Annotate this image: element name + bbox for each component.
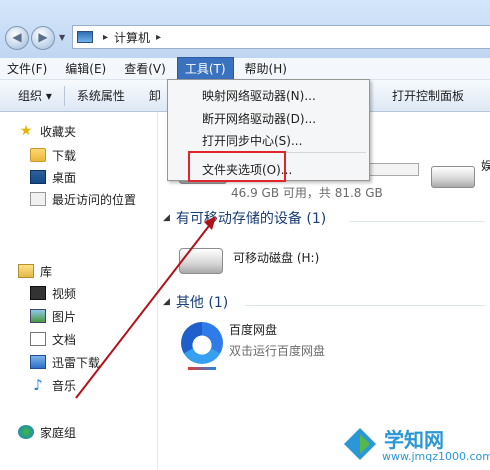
watermark: 学知网 www.jmqz1000.com [336, 420, 490, 470]
watermark-title: 学知网 [384, 428, 444, 452]
arrow-line [75, 221, 213, 399]
annotation-arrow [75, 216, 216, 399]
arrow-head [204, 216, 216, 230]
watermark-url: www.jmqz1000.com [382, 450, 490, 463]
watermark-logo-icon [344, 428, 376, 460]
